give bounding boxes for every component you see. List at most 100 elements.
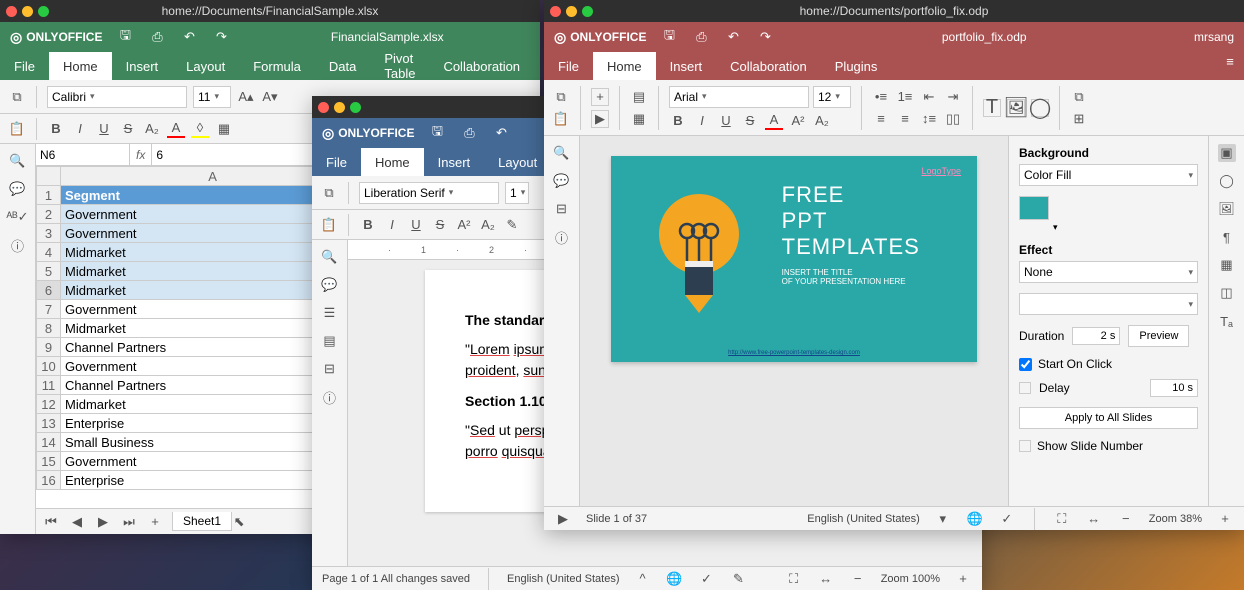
play-icon[interactable]: ▶ [554,510,572,528]
color-swatch[interactable] [1019,196,1049,220]
tab-data[interactable]: Data [315,52,370,80]
font-select[interactable]: Liberation Serif [359,182,499,204]
zoom-out-icon[interactable]: − [849,570,867,588]
tab-insert[interactable]: Insert [656,52,717,80]
row-header[interactable]: 16 [37,471,61,490]
image-icon[interactable]: 🖼 [1007,99,1025,117]
underline-icon[interactable]: U [717,112,735,130]
excel-titlebar[interactable]: home://Documents/FinancialSample.xlsx [0,0,540,22]
row-header[interactable]: 7 [37,300,61,319]
italic-icon[interactable]: I [383,216,401,234]
font-select[interactable]: Arial [669,86,809,108]
undo-icon[interactable]: ↶ [180,28,198,46]
subscript-icon[interactable]: A₂ [143,120,161,138]
minimize-icon[interactable] [334,102,345,113]
textart-icon[interactable]: Tₐ [1218,312,1236,330]
add-slide-icon[interactable]: + [591,88,609,106]
sheet-prev-icon[interactable]: ◀ [68,513,86,531]
tab-file[interactable]: File [312,148,361,176]
font-inc-icon[interactable]: A▴ [237,88,255,106]
print-icon[interactable]: ⎙ [692,28,710,46]
row-header[interactable]: 13 [37,414,61,433]
indent-dec-icon[interactable]: ⇤ [920,88,938,106]
tab-layout[interactable]: Layout [484,148,551,176]
redo-icon[interactable]: ↷ [756,28,774,46]
lang-info[interactable]: English (United States) [807,513,920,525]
align-center-icon[interactable]: ≡ [896,110,914,128]
slide-sub-1[interactable]: INSERT THE TITLE [782,268,951,277]
fill-select[interactable]: Color Fill [1019,164,1198,186]
strike-icon[interactable]: S [431,216,449,234]
save-icon[interactable]: 🖫 [428,124,446,142]
tab-home[interactable]: Home [49,52,112,80]
textbox-icon[interactable]: T [983,99,1001,117]
paragraph-icon[interactable]: ¶ [1218,228,1236,246]
slide-view[interactable]: LogoType FR [580,136,1008,506]
slide[interactable]: LogoType FR [611,156,977,362]
fontcolor-icon[interactable]: A [167,120,185,138]
comments-icon[interactable]: 💬 [553,172,571,190]
info-icon[interactable]: ⓘ [321,388,339,406]
row-header[interactable]: 5 [37,262,61,281]
row-header[interactable]: 2 [37,205,61,224]
impress-titlebar[interactable]: home://Documents/portfolio_fix.odp [544,0,1244,22]
menu-icon[interactable]: ≡ [1226,52,1244,70]
tab-insert[interactable]: Insert [424,148,485,176]
close-icon[interactable] [6,6,17,17]
save-icon[interactable]: 🖫 [116,28,134,46]
zoom-label[interactable]: Zoom 38% [1149,513,1202,525]
fontsize-select[interactable]: 11 [193,86,231,108]
slide-text[interactable]: FREE PPT TEMPLATES INSERT THE TITLE OF Y… [782,182,951,336]
globe-icon[interactable]: 🌐 [966,510,984,528]
fit-width-icon[interactable]: ↔ [817,570,835,588]
user-label[interactable]: mrsang [1194,30,1234,44]
feedback-icon[interactable]: ⊟ [321,360,339,378]
italic-icon[interactable]: I [71,120,89,138]
lang-info[interactable]: English (United States) [507,573,620,585]
row-header[interactable]: 8 [37,319,61,338]
logotype[interactable]: LogoType [921,166,961,176]
copy-icon[interactable]: ⧉ [320,184,338,202]
effect-sub-select[interactable] [1019,293,1198,315]
slide-title-2[interactable]: PPT TEMPLATES [782,208,951,260]
close-icon[interactable] [550,6,561,17]
sheet-first-icon[interactable]: ⏮ [42,513,60,531]
layout-icon[interactable]: ▤ [630,88,648,106]
maximize-icon[interactable] [350,102,361,113]
save-icon[interactable]: 🖫 [660,28,678,46]
row-header[interactable]: 11 [37,376,61,395]
superscript-icon[interactable]: A² [789,112,807,130]
row-header[interactable]: 4 [37,243,61,262]
superscript-icon[interactable]: A² [455,216,473,234]
row-header[interactable]: 12 [37,395,61,414]
chevron-up-icon[interactable]: ^ [634,570,652,588]
underline-icon[interactable]: U [407,216,425,234]
bold-icon[interactable]: B [359,216,377,234]
play-icon[interactable]: ▶ [591,110,609,128]
highlight-icon[interactable]: ✎ [503,216,521,234]
tab-insert[interactable]: Insert [112,52,173,80]
minimize-icon[interactable] [22,6,33,17]
indent-inc-icon[interactable]: ⇥ [944,88,962,106]
tab-file[interactable]: File [544,52,593,80]
strike-icon[interactable]: S [119,120,137,138]
comments-icon[interactable]: 💬 [321,276,339,294]
zoom-in-icon[interactable]: + [1216,510,1234,528]
row-header[interactable]: 15 [37,452,61,471]
shape-settings-icon[interactable]: ◯ [1218,172,1236,190]
nav-icon[interactable]: ▤ [321,332,339,350]
spellcheck-icon[interactable]: ᴬᴮ✓ [9,208,27,226]
row-header[interactable]: 1 [37,186,61,205]
track-icon[interactable]: ✎ [730,570,748,588]
print-icon[interactable]: ⎙ [148,28,166,46]
chart-icon[interactable]: ◫ [1218,284,1236,302]
close-icon[interactable] [318,102,329,113]
bullet-icon[interactable]: •≡ [872,88,890,106]
effect-select[interactable]: None [1019,261,1198,283]
tab-collab[interactable]: Collaboration [429,52,534,80]
spellcheck-icon[interactable]: ✓ [698,570,716,588]
table-icon[interactable]: ▦ [1218,256,1236,274]
fillcolor-icon[interactable]: ◊ [191,120,209,138]
delay-input[interactable] [1150,379,1198,397]
tab-collab[interactable]: Collaboration [716,52,821,80]
